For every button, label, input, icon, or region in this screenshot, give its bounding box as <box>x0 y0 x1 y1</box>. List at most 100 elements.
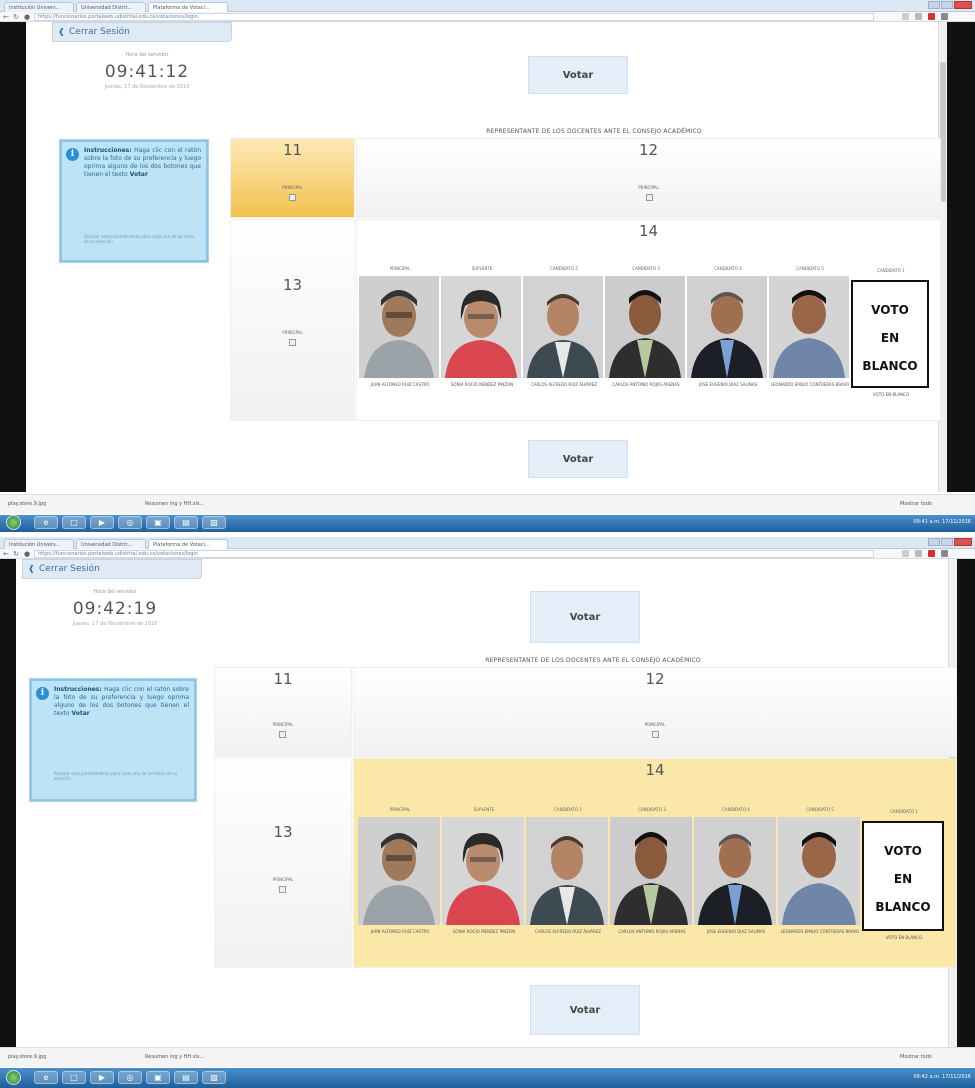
close-icon[interactable] <box>954 538 972 546</box>
url-input[interactable]: https://funcionarios.portalweb.udistrita… <box>34 13 874 21</box>
extension-icon[interactable] <box>915 550 922 557</box>
list-11-cell[interactable]: 11 PRINCIPAL <box>214 667 352 757</box>
black-margin-right <box>957 559 975 1047</box>
candidate-name: JOSE EUGENIO DIAZ SALINAS <box>706 929 766 934</box>
app-icon[interactable]: ▧ <box>202 1071 226 1084</box>
menu-icon[interactable] <box>941 13 948 20</box>
list-14-cell[interactable]: 14 PRINCIPAL JUAN ALFONSO RUIZ CASTRO SUP… <box>356 219 941 421</box>
start-button[interactable] <box>6 515 21 530</box>
app-icon[interactable]: ▣ <box>146 516 170 529</box>
browser-tab[interactable]: Institución Univers... <box>4 2 74 12</box>
chrome-icon[interactable]: ◎ <box>118 1071 142 1084</box>
extension-icon[interactable] <box>928 550 935 557</box>
star-icon[interactable] <box>902 13 909 20</box>
list-12-cell[interactable]: 12 PRINCIPAL <box>353 667 957 757</box>
election-heading: REPRESENTANTE DE LOS DOCENTES ANTE EL CO… <box>485 657 701 664</box>
info-icon: i <box>36 687 49 700</box>
blank-vote-box[interactable]: VOTO EN BLANCO <box>851 280 929 388</box>
candidate-photo[interactable] <box>441 276 521 378</box>
server-clock: 09:42:19 <box>72 599 158 619</box>
candidate-photo[interactable] <box>358 817 440 925</box>
minimize-icon[interactable] <box>928 538 940 546</box>
candidate-name: JOSE EUGENIO DIAZ SALINAS <box>698 382 758 387</box>
star-icon[interactable] <box>902 550 909 557</box>
candidate-photo[interactable] <box>359 276 439 378</box>
explorer-icon[interactable]: □ <box>62 1071 86 1084</box>
list-13-cell[interactable]: 13 PRINCIPAL <box>230 219 355 421</box>
ie-icon[interactable]: e <box>34 1071 58 1084</box>
maximize-icon[interactable] <box>941 538 953 546</box>
candidate-photo[interactable] <box>694 817 776 925</box>
candidate-role: CANDIDATO 4 <box>714 266 742 271</box>
app-icon[interactable]: ▧ <box>202 516 226 529</box>
app-icon[interactable]: ▤ <box>174 516 198 529</box>
list-number: 14 <box>638 222 659 240</box>
browser-tab-active[interactable]: Plataforma de Votaci... <box>148 2 228 12</box>
browser-tab[interactable]: Universidad Distrit... <box>76 2 146 12</box>
candidate-photo[interactable] <box>769 276 849 378</box>
candidate-name: CARLOS ALFREDO RUIZ ÁLVAREZ <box>530 382 598 387</box>
download-item[interactable]: play.store.9.jpg <box>8 1054 46 1060</box>
list-11-cell[interactable]: 11 PRINCIPAL <box>230 138 355 218</box>
back-icon[interactable]: ← <box>2 550 10 558</box>
candidate-role: PRINCIPAL <box>272 722 294 727</box>
person-photo-icon <box>605 276 685 378</box>
media-icon[interactable]: ▶ <box>90 516 114 529</box>
extension-icon[interactable] <box>915 13 922 20</box>
app-icon[interactable]: ▣ <box>146 1071 170 1084</box>
candidate-photo[interactable] <box>605 276 685 378</box>
extension-icon[interactable] <box>928 13 935 20</box>
candidate-role: CANDIDATO 1 <box>877 268 905 273</box>
browser-tab[interactable]: Institución Univers... <box>4 539 74 549</box>
browser-tab-active[interactable]: Plataforma de Votaci... <box>148 539 228 549</box>
candidate-photo[interactable] <box>523 276 603 378</box>
media-icon[interactable]: ▶ <box>90 1071 114 1084</box>
reload-icon[interactable]: ↻ <box>12 13 20 21</box>
candidate-photo[interactable] <box>778 817 860 925</box>
close-icon[interactable] <box>954 1 972 9</box>
back-icon[interactable]: ← <box>2 13 10 21</box>
menu-icon[interactable] <box>941 550 948 557</box>
candidate-role: CANDIDATO 5 <box>806 807 834 812</box>
browser-tab[interactable]: Universidad Distrit... <box>76 539 146 549</box>
url-input[interactable]: https://funcionarios.portalweb.udistrita… <box>34 550 874 558</box>
list-14-cell-selected[interactable]: 14 PRINCIPAL JUAN ALFONSO RUIZ CASTRO SUP… <box>353 758 957 968</box>
candidate-name: CARLOS ANTONIO ROJAS ARENAS <box>612 382 680 387</box>
votar-button-bottom[interactable]: Votar <box>530 985 640 1035</box>
logout-button[interactable]: ❰ Cerrar Sesión <box>52 22 232 42</box>
ie-icon[interactable]: e <box>34 516 58 529</box>
maximize-icon[interactable] <box>941 1 953 9</box>
start-button[interactable] <box>6 1070 21 1085</box>
photo-placeholder-icon <box>646 194 653 201</box>
app-icon[interactable]: ▤ <box>174 1071 198 1084</box>
votar-button-top[interactable]: Votar <box>530 591 640 643</box>
logout-button[interactable]: ❰ Cerrar Sesión <box>22 559 202 579</box>
candidate-role: PRINCIPAL <box>638 185 659 190</box>
candidate-photo[interactable] <box>526 817 608 925</box>
show-all-link[interactable]: Mostrar todo <box>900 501 932 507</box>
show-all-link[interactable]: Mostrar todo <box>900 1054 932 1060</box>
votar-button-top[interactable]: Votar <box>528 56 628 94</box>
windows-taskbar: e □ ▶ ◎ ▣ ▤ ▧ 09:42 a.m. 17/11/2016 <box>0 1068 975 1088</box>
explorer-icon[interactable]: □ <box>62 516 86 529</box>
reload-icon[interactable]: ↻ <box>12 550 20 558</box>
list-13-cell[interactable]: 13 PRINCIPAL <box>214 758 352 968</box>
system-clock[interactable]: 09:42 a.m. 17/11/2016 <box>913 1074 971 1080</box>
candidate-photo[interactable] <box>442 817 524 925</box>
votar-button-bottom[interactable]: Votar <box>528 440 628 478</box>
blank-vote-line: EN <box>880 331 900 345</box>
download-item[interactable]: Resumen ing y HH.xls... <box>145 1054 204 1060</box>
window-controls <box>928 538 972 547</box>
download-item[interactable]: play.store.9.jpg <box>8 501 46 507</box>
list-12-cell[interactable]: 12 PRINCIPAL <box>356 138 941 218</box>
minimize-icon[interactable] <box>928 1 940 9</box>
candidate-role: SUPLENTE <box>473 807 495 812</box>
system-clock[interactable]: 09:41 a.m. 17/11/2016 <box>913 519 971 525</box>
candidate-photo[interactable] <box>687 276 767 378</box>
candidate-photo[interactable] <box>610 817 692 925</box>
candidate-role: CANDIDATO 4 <box>722 807 750 812</box>
download-item[interactable]: Resumen ing y HH.xls... <box>145 501 204 507</box>
server-date: Jueves, 17 de Noviembre de 2016 <box>104 84 190 90</box>
chrome-icon[interactable]: ◎ <box>118 516 142 529</box>
blank-vote-box[interactable]: VOTO EN BLANCO <box>862 821 944 931</box>
